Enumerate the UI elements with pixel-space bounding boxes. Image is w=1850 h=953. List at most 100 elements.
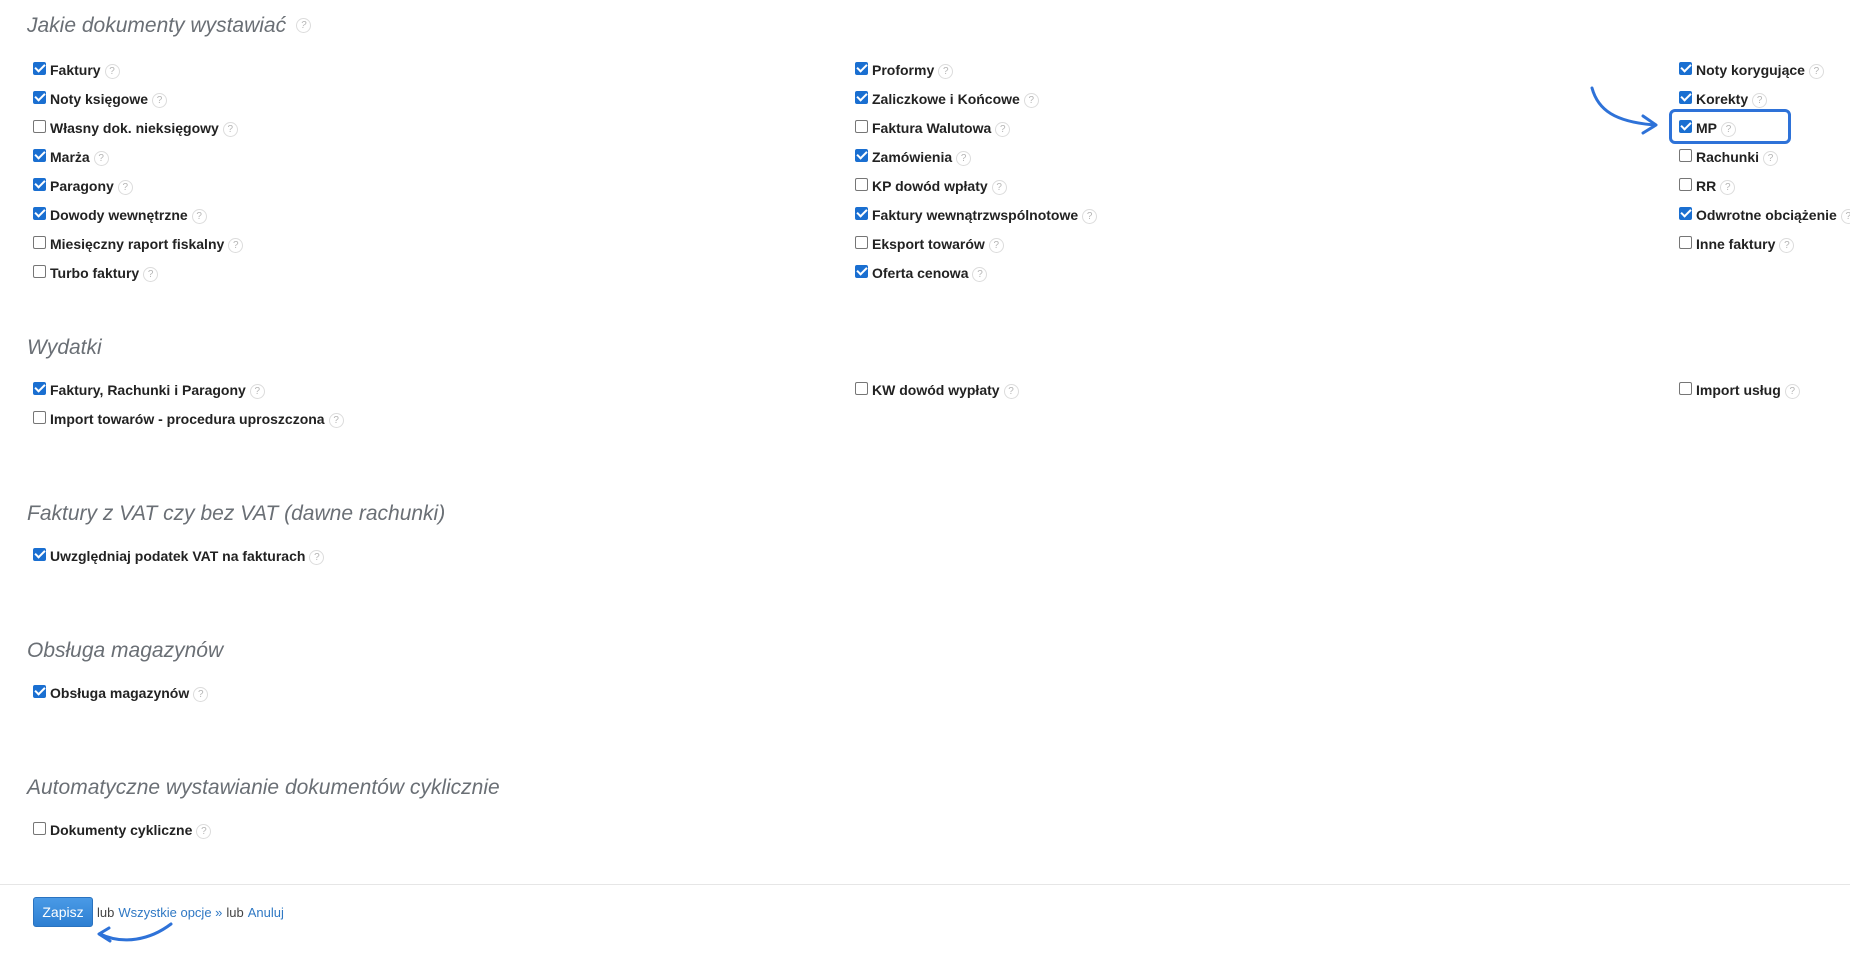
help-icon[interactable]: ? <box>196 823 212 839</box>
checkbox[interactable] <box>33 90 46 104</box>
checkbox[interactable] <box>33 547 46 561</box>
checkbox-label[interactable]: Miesięczny raport fiskalny <box>50 236 224 252</box>
help-icon[interactable]: ? <box>956 150 972 166</box>
option-faktura-walutowa[interactable]: Faktura Walutowa? <box>855 117 1011 139</box>
option-proformy[interactable]: Proformy? <box>855 59 954 81</box>
help-icon[interactable]: ? <box>1752 92 1768 108</box>
help-icon[interactable]: ? <box>1763 150 1779 166</box>
checkbox-label[interactable]: Odwrotne obciążenie <box>1696 207 1837 223</box>
option-obsluga-magazynow[interactable]: Obsługa magazynów? <box>33 682 209 704</box>
option-oferta-cenowa[interactable]: Oferta cenowa? <box>855 262 988 284</box>
option-eksport-towarow[interactable]: Eksport towarów? <box>855 233 1004 255</box>
checkbox[interactable] <box>33 821 46 835</box>
checkbox[interactable] <box>33 264 46 278</box>
help-icon[interactable]: ? <box>93 150 109 166</box>
checkbox-label[interactable]: Faktura Walutowa <box>872 120 991 136</box>
checkbox[interactable] <box>855 148 868 162</box>
checkbox[interactable] <box>33 61 46 75</box>
help-icon[interactable]: ? <box>1023 92 1039 108</box>
option-paragony[interactable]: Paragony? <box>33 175 133 197</box>
checkbox-label[interactable]: Rachunki <box>1696 149 1759 165</box>
checkbox-label[interactable]: Własny dok. nieksięgowy <box>50 120 219 136</box>
help-icon[interactable]: ? <box>938 63 954 79</box>
checkbox-label[interactable]: Turbo faktury <box>50 265 139 281</box>
all-options-link[interactable]: Wszystkie opcje » <box>118 905 222 920</box>
checkbox-label[interactable]: Faktury <box>50 62 101 78</box>
checkbox-label[interactable]: Proformy <box>872 62 934 78</box>
help-icon[interactable]: ? <box>1082 208 1098 224</box>
help-icon[interactable]: ? <box>972 266 988 282</box>
help-icon[interactable]: ? <box>191 208 207 224</box>
help-icon[interactable]: ? <box>1840 208 1850 224</box>
help-icon[interactable]: ? <box>152 92 168 108</box>
help-icon[interactable]: ? <box>995 121 1011 137</box>
option-dokumenty-cykliczne[interactable]: Dokumenty cykliczne? <box>33 819 212 841</box>
help-icon[interactable]: ? <box>991 179 1007 195</box>
checkbox[interactable] <box>33 119 46 133</box>
option-zamowienia[interactable]: Zamówienia? <box>855 146 972 168</box>
checkbox[interactable] <box>855 61 868 75</box>
option-miesieczny-raport-fiskalny[interactable]: Miesięczny raport fiskalny? <box>33 233 244 255</box>
option-rr[interactable]: RR? <box>1679 175 1736 197</box>
help-icon[interactable]: ? <box>104 63 120 79</box>
checkbox[interactable] <box>33 684 46 698</box>
checkbox-label[interactable]: Eksport towarów <box>872 236 985 252</box>
checkbox-label[interactable]: KW dowód wypłaty <box>872 382 1000 398</box>
checkbox-label[interactable]: Uwzględniaj podatek VAT na fakturach <box>50 548 305 564</box>
option-zaliczkowe-i-koncowe[interactable]: Zaliczkowe i Końcowe? <box>855 88 1039 110</box>
option-faktury-wewnatrzwspolnotowe[interactable]: Faktury wewnątrzwspólnotowe? <box>855 204 1098 226</box>
checkbox[interactable] <box>855 381 868 395</box>
checkbox-label[interactable]: Obsługa magazynów <box>50 685 189 701</box>
help-icon[interactable]: ? <box>249 383 265 399</box>
checkbox-label[interactable]: Faktury wewnątrzwspólnotowe <box>872 207 1078 223</box>
checkbox[interactable] <box>855 264 868 278</box>
option-uwzgledniaj-podatek-vat-na-fakturach[interactable]: Uwzględniaj podatek VAT na fakturach? <box>33 545 325 567</box>
checkbox-label[interactable]: Korekty <box>1696 91 1748 107</box>
checkbox-label[interactable]: Dokumenty cykliczne <box>50 822 192 838</box>
help-icon[interactable]: ? <box>193 686 209 702</box>
option-noty-korygujace[interactable]: Noty korygujące? <box>1679 59 1824 81</box>
checkbox[interactable] <box>33 177 46 191</box>
checkbox-label[interactable]: Paragony <box>50 178 114 194</box>
checkbox[interactable] <box>1679 381 1692 395</box>
help-icon[interactable]: ? <box>228 237 244 253</box>
checkbox[interactable] <box>1679 206 1692 220</box>
checkbox[interactable] <box>33 410 46 424</box>
checkbox[interactable] <box>33 235 46 249</box>
checkbox[interactable] <box>33 206 46 220</box>
option-kp-dowod-wplaty[interactable]: KP dowód wpłaty? <box>855 175 1007 197</box>
checkbox[interactable] <box>855 119 868 133</box>
option-import-uslug[interactable]: Import usług? <box>1679 379 1800 401</box>
checkbox-label[interactable]: Faktury, Rachunki i Paragony <box>50 382 246 398</box>
checkbox-label[interactable]: Import usług <box>1696 382 1781 398</box>
help-icon[interactable]: ? <box>222 121 238 137</box>
checkbox-label[interactable]: Zaliczkowe i Końcowe <box>872 91 1020 107</box>
help-icon[interactable]: ? <box>1720 179 1736 195</box>
help-icon[interactable]: ? <box>309 549 325 565</box>
checkbox[interactable] <box>855 177 868 191</box>
checkbox-label[interactable]: Marża <box>50 149 90 165</box>
option-rachunki[interactable]: Rachunki? <box>1679 146 1779 168</box>
cancel-link[interactable]: Anuluj <box>248 905 284 920</box>
option-import-towarow-procedura-uproszczona[interactable]: Import towarów - procedura uproszczona? <box>33 408 344 430</box>
option-korekty[interactable]: Korekty? <box>1679 88 1768 110</box>
option-odwrotne-obciazenie[interactable]: Odwrotne obciążenie? <box>1679 204 1850 226</box>
option-noty-ksiegowe[interactable]: Noty księgowe? <box>33 88 168 110</box>
checkbox[interactable] <box>1679 177 1692 191</box>
checkbox[interactable] <box>855 90 868 104</box>
option-faktury-rachunki-i-paragony[interactable]: Faktury, Rachunki i Paragony? <box>33 379 265 401</box>
help-icon[interactable]: ? <box>1779 237 1795 253</box>
option-wlasny-dok-nieksiegowy[interactable]: Własny dok. nieksięgowy? <box>33 117 238 139</box>
help-icon[interactable]: ? <box>117 179 133 195</box>
checkbox-label[interactable]: Oferta cenowa <box>872 265 968 281</box>
save-button[interactable]: Zapisz <box>33 897 93 927</box>
checkbox-label[interactable]: Dowody wewnętrzne <box>50 207 188 223</box>
help-icon[interactable]: ? <box>328 412 344 428</box>
checkbox[interactable] <box>855 235 868 249</box>
checkbox[interactable] <box>855 206 868 220</box>
help-icon[interactable]: ? <box>988 237 1004 253</box>
option-kw-dowod-wyplaty[interactable]: KW dowód wypłaty? <box>855 379 1019 401</box>
option-turbo-faktury[interactable]: Turbo faktury? <box>33 262 159 284</box>
checkbox-label[interactable]: RR <box>1696 178 1716 194</box>
help-icon[interactable]: ? <box>143 266 159 282</box>
